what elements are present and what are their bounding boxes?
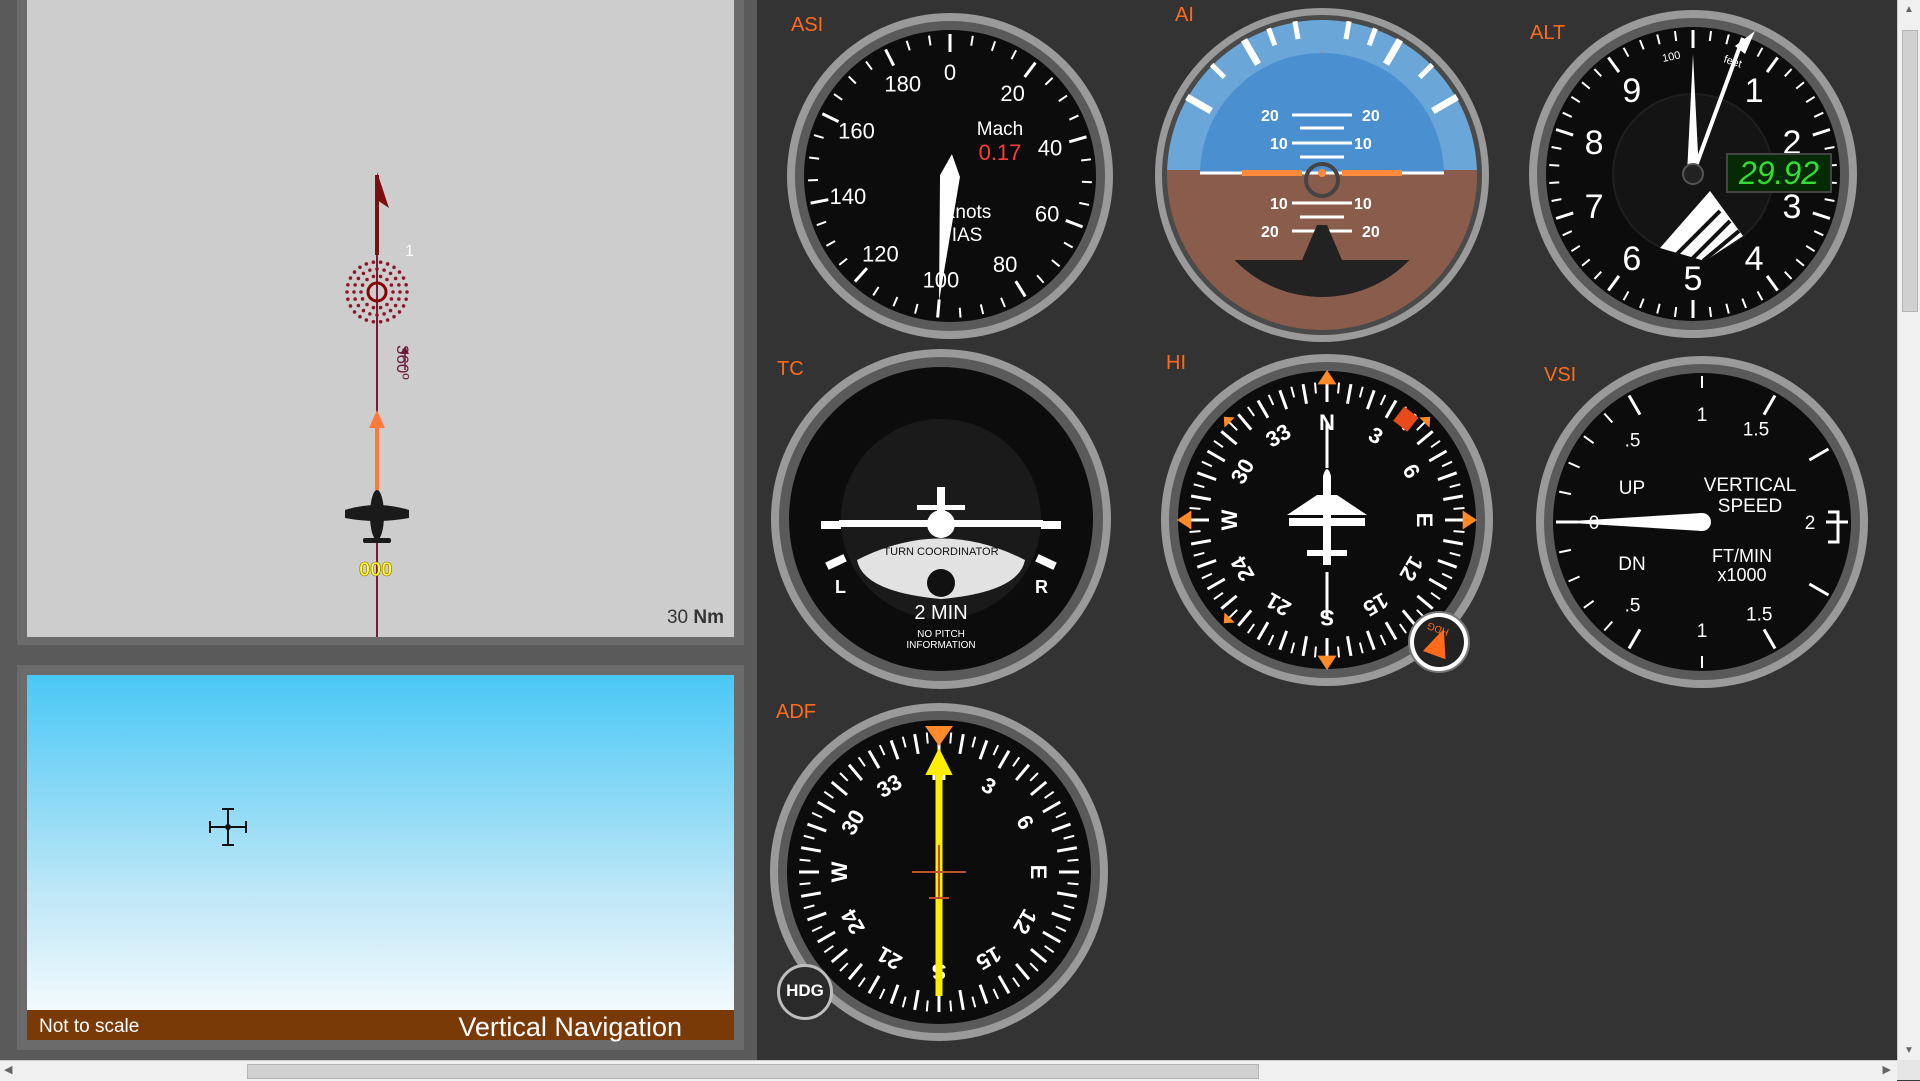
asi-tick-label: 180 [884, 71, 921, 96]
flight-instruments-app: 1 360º [0, 0, 1920, 1080]
vsi-mark-label: .5 [1625, 430, 1641, 451]
ai-pitch-down-10-left: 10 [1270, 196, 1288, 213]
adf-rose-label: W [827, 861, 852, 882]
alt-digit-label: 8 [1585, 124, 1604, 162]
asi-mach-label: Mach [977, 119, 1023, 140]
asi-tick-label: 80 [993, 252, 1017, 277]
turn-coordinator[interactable]: TURN COORDINATOR L R 2 MIN NO PITCH INFO… [769, 347, 1113, 691]
asi-tick-label: 120 [862, 241, 899, 266]
attitude-indicator[interactable]: 20 20 10 10 10 10 20 20 [1152, 5, 1492, 345]
asi-tick-label: 0 [944, 60, 956, 85]
scrollbar-corner [1897, 1060, 1920, 1080]
course-label: 360º [393, 345, 412, 380]
horizontal-scrollbar-thumb[interactable] [247, 1064, 1259, 1079]
vsi-mark-label: 1 [1697, 621, 1708, 642]
vsi-up: UP [1619, 478, 1645, 499]
hdg-knob[interactable]: HDG [1409, 612, 1469, 672]
adf-hdg-button-label: HDG [780, 981, 830, 1001]
scroll-left-icon[interactable]: ◀ [4, 1063, 12, 1076]
alt-digit-label: 3 [1782, 188, 1801, 226]
vertical-scrollbar[interactable]: ▲ ▼ [1897, 0, 1920, 1060]
asi-mach-value: 0.17 [979, 140, 1022, 165]
alt-digit-label: 5 [1684, 260, 1703, 298]
hi-rose-label: W [1217, 509, 1242, 530]
aircraft-icon [345, 490, 409, 543]
vsi-title-line2: SPEED [1718, 496, 1782, 517]
tc-note-line1: NO PITCH [917, 629, 965, 640]
asi-tick-label: 140 [830, 184, 867, 209]
waypoint-number: 1 [405, 243, 414, 260]
ai-pitch-up-20-right: 20 [1362, 108, 1380, 125]
vertical-nav-footer: Not to scale Vertical Navigation [27, 1010, 734, 1040]
vsi-title-line1: VERTICAL [1704, 475, 1797, 496]
vertical-nav-view[interactable]: Not to scale Vertical Navigation [27, 675, 734, 1040]
horizontal-nav-frame: 1 360º [17, 0, 744, 645]
asi-tick-label: 160 [838, 118, 875, 143]
ai-pitch-up-10-left: 10 [1270, 136, 1288, 153]
airspeed-indicator[interactable]: 020406080100120140160180 Mach 0.17 Knots… [782, 8, 1118, 344]
vsi-mark-label: 1.5 [1746, 605, 1772, 626]
ai-pitch-down-20-right: 20 [1362, 224, 1380, 241]
alt-digit-label: 4 [1745, 240, 1764, 278]
scroll-right-icon[interactable]: ▶ [1883, 1063, 1891, 1076]
vertical-nav-title: Vertical Navigation [458, 1012, 682, 1043]
vertical-speed-indicator[interactable]: .511.52.511.50 UP DN VERTICAL SPEED FT/M… [1532, 352, 1872, 692]
scroll-down-icon[interactable]: ▼ [1904, 1045, 1914, 1056]
ai-pitch-down-20-left: 20 [1261, 224, 1279, 241]
hi-rose-label: E [1412, 513, 1437, 528]
adf-hdg-button[interactable]: HDG [777, 964, 833, 1020]
scale-unit: Nm [693, 607, 724, 628]
alt-digit-label: 9 [1622, 72, 1641, 110]
scroll-up-icon[interactable]: ▲ [1904, 4, 1914, 15]
tc-right-label: R [1035, 577, 1048, 597]
vsi-mark-label: 1 [1697, 405, 1708, 426]
vsi-unit-line2: x1000 [1717, 565, 1766, 585]
track-arrow-icon [369, 410, 385, 495]
tc-time: 2 MIN [914, 602, 967, 624]
asi-unit-ias: IAS [952, 225, 983, 246]
vsi-mark-label: 1.5 [1743, 419, 1769, 440]
adf-rose-label: E [1026, 865, 1051, 880]
tc-left-label: L [835, 577, 846, 597]
alt-digit-label: 6 [1622, 240, 1641, 278]
heading-indicator[interactable]: NESW36121521243033 HDG [1157, 350, 1497, 690]
asi-tick-label: 60 [1035, 201, 1059, 226]
heading-readout: 000 [359, 559, 392, 581]
baro-setting: 29.92 [1738, 155, 1819, 191]
asi-tick-label: 40 [1038, 135, 1062, 160]
ai-pitch-up-10-right: 10 [1354, 136, 1372, 153]
vertical-nav-frame: Not to scale Vertical Navigation [17, 665, 744, 1050]
crosshair-icon [198, 797, 258, 857]
tc-level-right-mark [1041, 521, 1061, 529]
tc-level-left-mark [821, 521, 841, 529]
tc-note-line2: INFORMATION [906, 640, 975, 651]
vsi-dn: DN [1618, 554, 1645, 575]
tc-title: TURN COORDINATOR [883, 546, 998, 558]
asi-tick-label: 20 [1000, 81, 1024, 106]
instrument-panel: ASI AI ALT TC HI VSI ADF 020406080100120… [757, 0, 1897, 1060]
vsi-mark-label: .5 [1625, 596, 1641, 617]
alt-digit-label: 1 [1745, 72, 1764, 110]
inclinometer-ball [927, 569, 955, 597]
alt-digit-label: 7 [1585, 188, 1604, 226]
north-arrow-icon [377, 172, 389, 255]
horizontal-nav-map[interactable]: 1 360º [27, 0, 734, 637]
navigation-panel: 1 360º [0, 0, 757, 1060]
horizontal-scrollbar[interactable]: ◀ ▶ [0, 1060, 1897, 1081]
ai-pitch-up-20-left: 20 [1261, 108, 1279, 125]
map-scale: 30 Nm [667, 607, 724, 629]
vertical-scrollbar-thumb[interactable] [1902, 30, 1918, 312]
not-to-scale-label: Not to scale [39, 1016, 139, 1038]
scale-value: 30 [667, 607, 688, 628]
altimeter[interactable]: 123456789 100 feet 29.92 [1525, 6, 1861, 342]
vsi-mark-label: 2 [1805, 513, 1816, 534]
vsi-unit-line1: FT/MIN [1712, 546, 1772, 566]
ai-pitch-down-10-right: 10 [1354, 196, 1372, 213]
